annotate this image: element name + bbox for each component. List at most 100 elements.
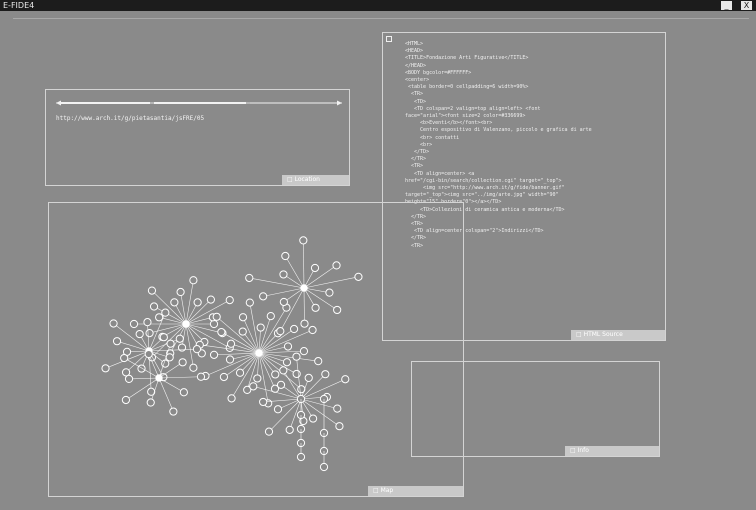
close-button[interactable]: X — [741, 1, 752, 10]
graph-node[interactable] — [193, 298, 202, 307]
graph-node[interactable] — [165, 353, 174, 362]
graph-node[interactable] — [196, 372, 206, 381]
graph-hub-node[interactable] — [255, 349, 263, 357]
graph-node[interactable] — [169, 407, 178, 416]
graph-node[interactable] — [109, 319, 118, 328]
graph-node[interactable] — [121, 395, 131, 405]
graph-node[interactable] — [341, 375, 350, 384]
graph-node[interactable] — [226, 339, 236, 348]
graph-node[interactable] — [308, 414, 318, 423]
graph-node[interactable] — [333, 404, 342, 413]
graph-node[interactable] — [135, 329, 144, 339]
graph-node[interactable] — [212, 312, 221, 321]
graph-node[interactable] — [335, 422, 344, 431]
graph-hub-node[interactable] — [182, 320, 190, 328]
graph-node[interactable] — [143, 318, 152, 327]
graph-node[interactable] — [189, 363, 198, 372]
graph-node[interactable] — [137, 364, 146, 373]
graph-node[interactable] — [219, 372, 229, 382]
graph-node[interactable] — [120, 353, 129, 363]
graph-node[interactable] — [124, 374, 134, 383]
graph-node[interactable] — [175, 334, 184, 343]
graph-node[interactable] — [333, 305, 342, 315]
minimize-button[interactable]: _ — [721, 1, 732, 10]
graph-node[interactable] — [225, 355, 235, 364]
graph-node[interactable] — [245, 298, 254, 307]
graph-node[interactable] — [319, 462, 329, 472]
graph-node[interactable] — [206, 295, 215, 304]
graph-node[interactable] — [304, 373, 313, 382]
graph-node[interactable] — [192, 345, 202, 354]
graph-node[interactable] — [285, 425, 294, 434]
graph-node[interactable] — [147, 286, 157, 295]
graph-node[interactable] — [112, 337, 122, 346]
graph-node[interactable] — [238, 313, 248, 322]
graph-node[interactable] — [311, 303, 320, 312]
graph-node[interactable] — [249, 382, 258, 391]
graph-node[interactable] — [273, 405, 283, 414]
graph-node[interactable] — [189, 276, 198, 285]
graph-node[interactable] — [300, 319, 309, 328]
graph-node[interactable] — [129, 319, 139, 329]
graph-node[interactable] — [292, 369, 301, 379]
map-tab[interactable]: □ Map — [368, 486, 463, 496]
graph-node[interactable] — [170, 298, 179, 307]
graph-node[interactable] — [161, 308, 170, 317]
graph-node[interactable] — [101, 364, 110, 373]
graph-node[interactable] — [289, 324, 299, 334]
graph-node[interactable] — [179, 388, 188, 397]
info-tab[interactable]: □ Info — [565, 446, 659, 456]
site-map-panel[interactable]: □ Map — [48, 202, 464, 497]
graph-node[interactable] — [314, 357, 323, 366]
graph-node[interactable] — [144, 349, 153, 359]
graph-node[interactable] — [245, 273, 254, 283]
graph-node[interactable] — [159, 333, 168, 342]
graph-node[interactable] — [209, 319, 219, 329]
graph-node[interactable] — [299, 236, 308, 245]
graph-node[interactable] — [354, 272, 363, 281]
graph-node[interactable] — [264, 427, 274, 436]
graph-node[interactable] — [281, 251, 290, 261]
graph-node[interactable] — [149, 302, 159, 311]
graph-node[interactable] — [279, 297, 288, 307]
graph-node[interactable] — [325, 288, 334, 297]
graph-node[interactable] — [176, 287, 185, 297]
graph-node[interactable] — [145, 328, 154, 338]
graph-node[interactable] — [310, 263, 320, 273]
graph-node[interactable] — [276, 380, 286, 389]
location-tab[interactable]: □ Location — [282, 175, 349, 185]
graph-node[interactable] — [253, 374, 262, 383]
location-panel[interactable]: http://www.arch.it/g/pietasantia/jsFRE/0… — [45, 89, 350, 186]
location-url[interactable]: http://www.arch.it/g/pietasantia/jsFRE/0… — [56, 115, 204, 122]
graph-node[interactable] — [146, 398, 155, 407]
graph-node[interactable] — [279, 270, 288, 279]
page-icon[interactable] — [386, 36, 392, 42]
graph-node[interactable] — [259, 292, 268, 301]
graph-node[interactable] — [227, 394, 236, 403]
graph-node[interactable] — [178, 358, 187, 367]
graph-node[interactable] — [166, 339, 175, 348]
graph-node[interactable] — [225, 296, 234, 305]
graph-node[interactable] — [296, 452, 306, 462]
graph-hub-node[interactable] — [300, 284, 308, 292]
graph-hub-node[interactable] — [155, 374, 163, 382]
graph-node[interactable] — [238, 327, 247, 336]
graph-node[interactable] — [256, 323, 265, 332]
source-tab[interactable]: □ HTML Source — [571, 330, 665, 340]
graph-node[interactable] — [217, 327, 226, 337]
graph-node[interactable] — [266, 311, 275, 321]
graph-node[interactable] — [299, 347, 309, 356]
graph-node[interactable] — [308, 325, 317, 335]
graph-node[interactable] — [259, 397, 268, 407]
graph-node[interactable] — [332, 261, 341, 270]
graph-node[interactable] — [282, 358, 292, 367]
graph-node[interactable] — [321, 370, 330, 379]
graph-node[interactable] — [276, 327, 285, 336]
graph-node[interactable] — [155, 313, 164, 322]
graph-node[interactable] — [235, 368, 245, 377]
graph-node[interactable] — [283, 342, 293, 351]
site-graph[interactable] — [49, 203, 465, 498]
graph-node[interactable] — [292, 352, 301, 361]
graph-node[interactable] — [209, 350, 219, 359]
graph-node[interactable] — [279, 366, 288, 375]
